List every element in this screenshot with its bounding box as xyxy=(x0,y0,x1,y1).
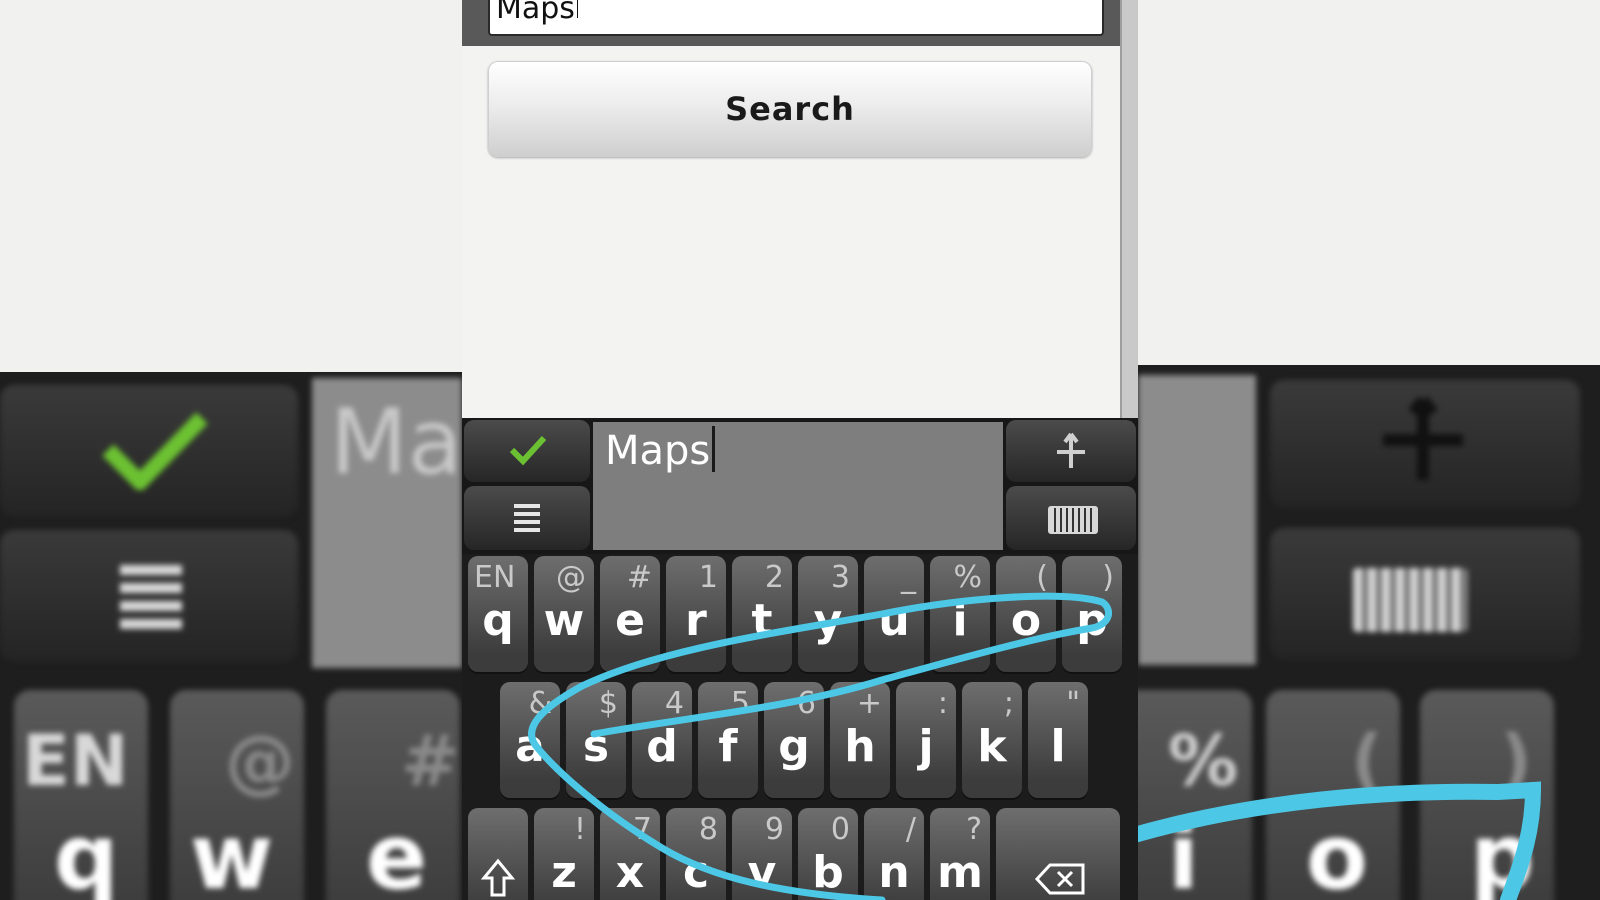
key-y[interactable]: 3y xyxy=(798,556,858,672)
search-input-value: Maps xyxy=(496,0,575,26)
search-button[interactable]: Search xyxy=(488,61,1092,157)
key-e[interactable]: # e xyxy=(600,556,660,672)
keyboard-layout-button[interactable] xyxy=(1006,486,1136,550)
scrollbar[interactable] xyxy=(1120,0,1138,420)
menu-icon xyxy=(120,565,182,629)
bg-key: % i xyxy=(1138,690,1252,900)
menu-button[interactable] xyxy=(464,486,590,550)
key-r[interactable]: 1r xyxy=(666,556,726,672)
keyboard-icon xyxy=(1353,568,1467,632)
key-o[interactable]: (o xyxy=(996,556,1056,672)
key-n[interactable]: / n xyxy=(864,808,924,900)
move-keyboard-button[interactable] xyxy=(1006,420,1136,482)
checkmark-icon xyxy=(509,435,547,466)
key-m[interactable]: ? m xyxy=(930,808,990,900)
key-q[interactable]: EN q xyxy=(468,556,528,672)
search-input[interactable]: Maps xyxy=(488,0,1104,36)
word-preview-text: Maps xyxy=(605,428,711,474)
key-t[interactable]: 2t xyxy=(732,556,792,672)
move-arrows-icon xyxy=(1057,432,1085,468)
key-z[interactable]: ! z xyxy=(534,808,594,900)
keyboard-toolbar: Maps xyxy=(462,418,1138,554)
backspace-icon xyxy=(1034,863,1085,895)
background-left-blur: Ma EN q @ w # e xyxy=(0,0,462,900)
key-l[interactable]: " l xyxy=(1028,682,1088,798)
key-g[interactable]: 6g xyxy=(764,682,824,798)
key-c[interactable]: 8c xyxy=(666,808,726,900)
key-b[interactable]: 0b xyxy=(798,808,858,900)
key-p[interactable]: ) p xyxy=(1062,556,1122,672)
key-u[interactable]: _ u xyxy=(864,556,924,672)
key-h[interactable]: + h xyxy=(830,682,890,798)
key-a[interactable]: & a xyxy=(500,682,560,798)
shift-arrow-icon xyxy=(481,858,515,897)
search-field-frame: Maps xyxy=(462,0,1122,46)
background-right-blur: % i (o ) p xyxy=(1138,0,1600,900)
confirm-button[interactable] xyxy=(464,420,590,482)
bg-key: (o xyxy=(1266,690,1400,900)
bg-preview-text: Ma xyxy=(330,390,462,495)
word-preview: Maps xyxy=(593,422,1003,550)
bg-key: # e xyxy=(326,690,460,900)
key-j[interactable]: :j xyxy=(896,682,956,798)
menu-icon xyxy=(514,504,540,532)
move-arrows-icon xyxy=(1383,396,1463,480)
bg-key: EN q xyxy=(14,690,148,900)
bg-key: @ w xyxy=(170,690,304,900)
key-s[interactable]: $ s xyxy=(566,682,626,798)
key-i[interactable]: % i xyxy=(930,556,990,672)
bg-key: ) p xyxy=(1420,690,1554,900)
keyboard-icon xyxy=(1048,506,1098,534)
key-x[interactable]: 7x xyxy=(600,808,660,900)
key-d[interactable]: 4d xyxy=(632,682,692,798)
checkmark-icon xyxy=(102,412,208,490)
backspace-key[interactable] xyxy=(996,808,1120,900)
key-k[interactable]: ; k xyxy=(962,682,1022,798)
phone-screen: Maps Search Maps EN q @ w # e 1 r 2 t 3 … xyxy=(462,0,1138,900)
key-f[interactable]: 5f xyxy=(698,682,758,798)
key-v[interactable]: 9v xyxy=(732,808,792,900)
shift-key[interactable] xyxy=(468,808,528,900)
swipe-keyboard: Maps EN q @ w # e 1r 2t 3y _ u % i (o ) p & a $… xyxy=(462,418,1138,900)
key-w[interactable]: @ w xyxy=(534,556,594,672)
